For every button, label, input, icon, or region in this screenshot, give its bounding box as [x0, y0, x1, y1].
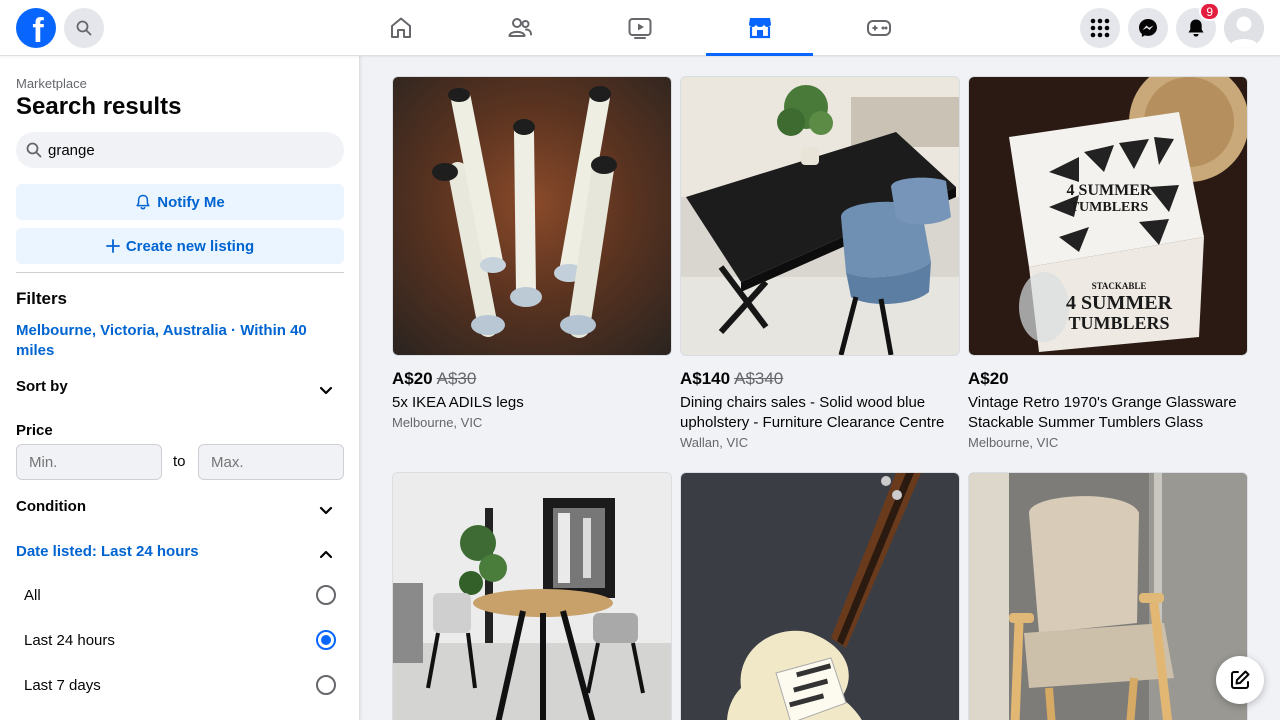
- sort-by-label[interactable]: Sort by: [16, 378, 68, 395]
- date-option-label: All: [24, 587, 41, 604]
- compose-icon: [1231, 670, 1250, 689]
- radio-button[interactable]: [316, 630, 336, 650]
- messenger-icon: [1139, 19, 1157, 37]
- notify-me-label: Notify Me: [157, 193, 225, 211]
- listing-card[interactable]: 4 SUMMER TUMBLERS STACKABLE 4 SUMMER TUMBLER…: [968, 76, 1248, 450]
- price-max-input[interactable]: [198, 444, 344, 480]
- price-label: Price: [16, 422, 53, 439]
- home-icon: [390, 17, 411, 38]
- date-option-0[interactable]: All: [24, 584, 344, 608]
- video-icon: [628, 18, 651, 39]
- listing-price-row: A$140 A$340: [680, 369, 960, 389]
- marketplace-icon: [748, 17, 771, 38]
- facebook-logo[interactable]: f: [16, 8, 56, 50]
- messenger-button[interactable]: [1128, 8, 1168, 48]
- notification-badge: 9: [1199, 2, 1220, 21]
- listing-image[interactable]: [680, 76, 960, 356]
- price-min-input[interactable]: [16, 444, 162, 480]
- listing-location: Melbourne, VIC: [392, 415, 483, 430]
- listing-price: A$20: [968, 369, 1009, 388]
- chevron-up-icon[interactable]: [316, 545, 336, 565]
- location-filter[interactable]: Melbourne, Victoria, Australia · Within …: [16, 321, 326, 361]
- date-option-label: Last 24 hours: [24, 632, 115, 649]
- filters-heading: Filters: [16, 289, 68, 308]
- create-listing-button[interactable]: Create new listing: [16, 228, 344, 264]
- bell-icon: [1188, 19, 1204, 37]
- listing-price: A$140: [680, 369, 731, 388]
- listing-old-price: A$30: [436, 369, 477, 388]
- compose-button[interactable]: [1216, 656, 1264, 704]
- box-text-2: TUMBLERS: [1070, 200, 1149, 215]
- listing-image[interactable]: [392, 76, 672, 356]
- tab-home[interactable]: [347, 0, 454, 56]
- search-icon: [26, 142, 42, 158]
- listing-title[interactable]: 5x IKEA ADILS legs: [392, 393, 670, 413]
- avatar[interactable]: [1224, 8, 1264, 48]
- listing-title[interactable]: Dining chairs sales - Solid wood blue up…: [680, 393, 958, 433]
- box-text-4: 4 SUMMER: [1066, 292, 1173, 314]
- listing-image[interactable]: [392, 472, 672, 720]
- sidebar: Marketplace Search results Notify Me Cre…: [0, 56, 360, 720]
- box-text-1: 4 SUMMER: [1067, 182, 1152, 199]
- listing-card[interactable]: A$140 A$340 Dining chairs sales - Solid wo…: [680, 76, 960, 450]
- create-listing-label: Create new listing: [125, 237, 255, 255]
- tab-friends[interactable]: [466, 0, 573, 56]
- box-text-5: TUMBLERS: [1068, 313, 1169, 333]
- menu-grid-icon: [1090, 18, 1110, 38]
- listing-location: Melbourne, VIC: [968, 435, 1059, 450]
- tab-gaming[interactable]: [825, 0, 932, 56]
- listing-card[interactable]: A$20 A$30 5x IKEA ADILS legs Melbourne, VIC: [392, 76, 672, 430]
- radio-button[interactable]: [316, 675, 336, 695]
- date-option-2[interactable]: Last 7 days: [24, 674, 344, 698]
- date-option-1[interactable]: Last 24 hours: [24, 629, 344, 653]
- listing-image[interactable]: [968, 472, 1248, 720]
- price-to-label: to: [173, 453, 186, 470]
- facebook-logo-letter: f: [32, 11, 44, 50]
- search-icon: [76, 20, 92, 36]
- menu-button[interactable]: [1080, 8, 1120, 48]
- bell-outline-icon: [136, 194, 150, 210]
- radio-button[interactable]: [316, 585, 336, 605]
- box-text-3: STACKABLE: [1092, 281, 1147, 291]
- chevron-down-icon[interactable]: [316, 380, 336, 400]
- divider: [16, 272, 344, 273]
- profile-icon: [1224, 8, 1264, 48]
- date-listed-label[interactable]: Date listed: Last 24 hours: [16, 543, 199, 560]
- listing-card[interactable]: [968, 472, 1248, 720]
- notifications-button[interactable]: 9: [1176, 2, 1220, 48]
- listing-price-row: A$20: [968, 369, 1248, 389]
- friends-icon: [508, 18, 532, 37]
- breadcrumb[interactable]: Marketplace: [16, 76, 87, 91]
- date-option-label: Last 7 days: [24, 677, 101, 694]
- listing-location: Wallan, VIC: [680, 435, 749, 450]
- gaming-icon: [866, 20, 891, 36]
- page-title: Search results: [16, 93, 182, 120]
- listing-card[interactable]: [392, 472, 672, 720]
- listing-image[interactable]: [680, 472, 960, 720]
- search-input[interactable]: [48, 132, 338, 168]
- listing-price: A$20: [392, 369, 433, 388]
- listing-card[interactable]: [680, 472, 960, 720]
- search-button[interactable]: [64, 8, 104, 48]
- notify-me-button[interactable]: Notify Me: [16, 184, 344, 220]
- top-navigation-bar: f 9: [0, 0, 1280, 56]
- tab-marketplace[interactable]: [706, 0, 813, 56]
- plus-icon: [105, 239, 120, 253]
- listing-price-row: A$20 A$30: [392, 369, 672, 389]
- listing-image[interactable]: 4 SUMMER TUMBLERS STACKABLE 4 SUMMER TUMBLER…: [968, 76, 1248, 356]
- condition-label[interactable]: Condition: [16, 498, 86, 515]
- chevron-down-icon[interactable]: [316, 500, 336, 520]
- listing-old-price: A$340: [734, 369, 784, 388]
- listing-title[interactable]: Vintage Retro 1970's Grange Glassware St…: [968, 393, 1246, 433]
- tab-video[interactable]: [586, 0, 693, 56]
- marketplace-search-field[interactable]: [16, 132, 344, 168]
